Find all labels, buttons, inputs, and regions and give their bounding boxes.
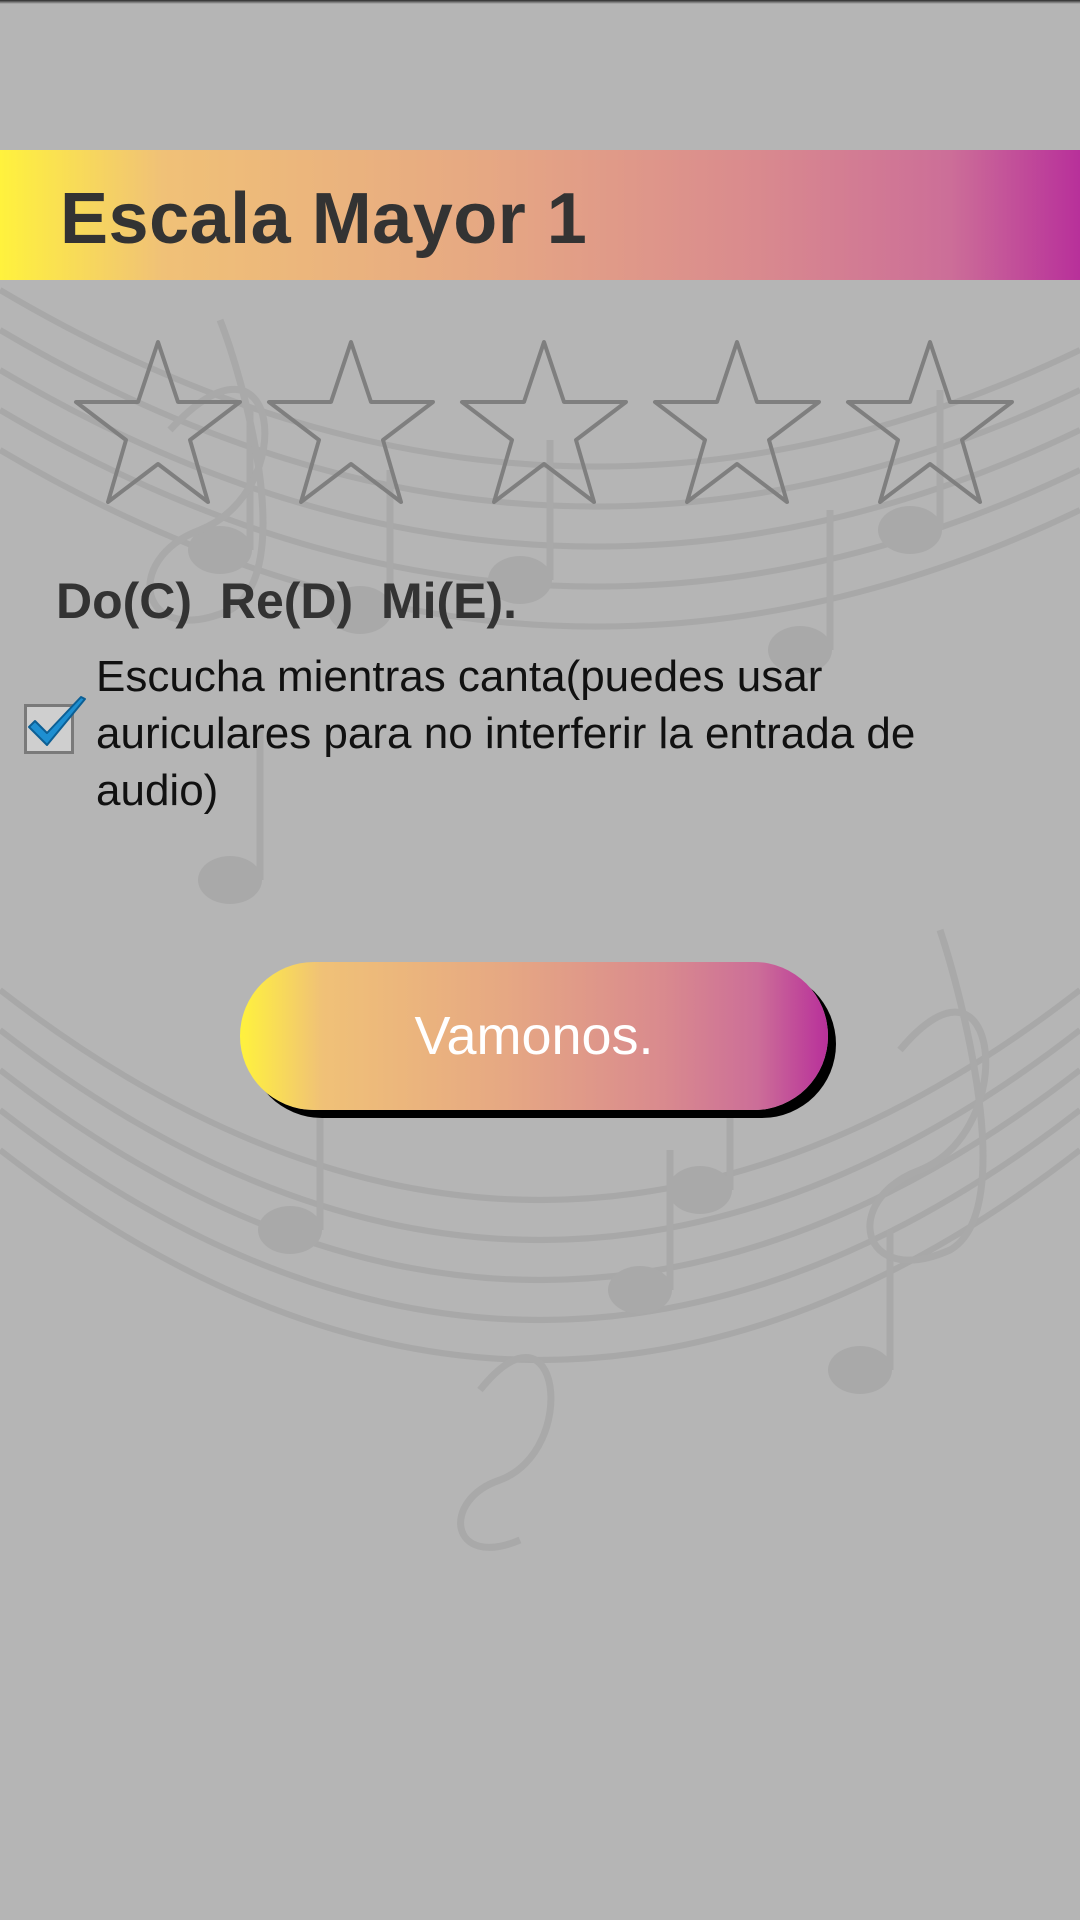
star-outline-icon bbox=[74, 340, 242, 504]
start-button[interactable]: Vamonos. bbox=[240, 962, 828, 1110]
star-outline-icon bbox=[653, 340, 821, 504]
checkmark-icon bbox=[28, 696, 86, 746]
listen-checkbox[interactable] bbox=[24, 696, 86, 754]
listen-while-singing-option[interactable]: Escucha mientras canta(puedes usar auric… bbox=[22, 648, 1062, 818]
page-title: Escala Mayor 1 bbox=[60, 179, 588, 259]
listen-checkbox-label: Escucha mientras canta(puedes usar auric… bbox=[96, 652, 916, 815]
star-outline-icon bbox=[846, 340, 1014, 504]
scale-notes-text: Do(C) Re(D) Mi(E). bbox=[56, 573, 518, 629]
star-outline-icon bbox=[267, 340, 435, 504]
start-button-label: Vamonos. bbox=[414, 1006, 654, 1066]
status-bar-edge bbox=[0, 0, 1080, 4]
header-bar: Escala Mayor 1 bbox=[0, 150, 1080, 280]
star-rating bbox=[72, 338, 1022, 508]
star-outline-icon bbox=[460, 340, 628, 504]
